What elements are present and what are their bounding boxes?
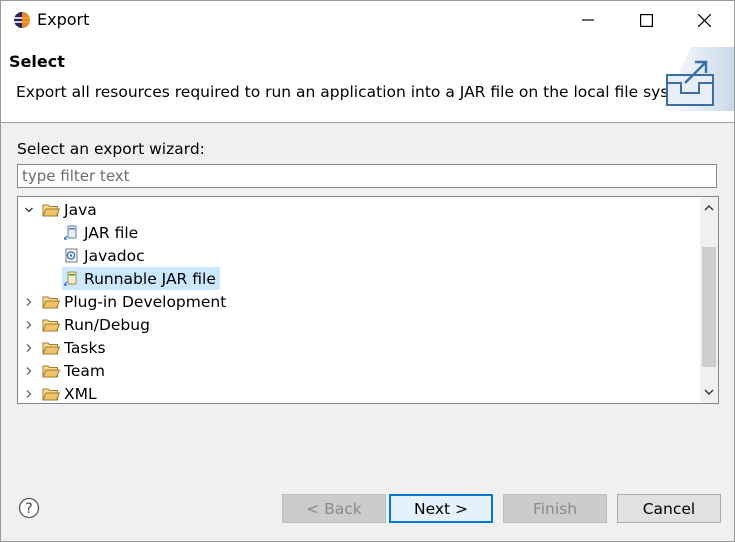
tree-node-label: Plug-in Development bbox=[64, 292, 227, 311]
folder-open-icon bbox=[42, 340, 60, 356]
chevron-right-icon[interactable] bbox=[22, 364, 36, 378]
wizard-prompt-label: Select an export wizard: bbox=[17, 140, 205, 158]
scroll-up-button[interactable] bbox=[700, 199, 718, 217]
filter-input[interactable] bbox=[18, 165, 716, 187]
next-button[interactable]: Next > bbox=[389, 494, 493, 523]
tree-node-xml[interactable]: XML bbox=[22, 382, 97, 403]
folder-open-icon bbox=[42, 294, 60, 310]
tree-node-javadoc[interactable]: Javadoc bbox=[62, 244, 145, 267]
folder-open-icon bbox=[42, 202, 60, 218]
tree-node-tasks[interactable]: Tasks bbox=[22, 336, 106, 359]
help-icon: ? bbox=[18, 497, 40, 519]
page-description: Export all resources required to run an … bbox=[16, 83, 705, 101]
wizard-banner: Select Export all resources required to … bbox=[1, 39, 734, 123]
tree-node-team[interactable]: Team bbox=[22, 359, 105, 382]
wizard-tree[interactable]: Java JAR file Javadoc Runnable JAR file bbox=[17, 196, 719, 404]
chevron-down-icon bbox=[704, 389, 714, 395]
eclipse-icon bbox=[13, 11, 31, 29]
tree-node-label: Tasks bbox=[64, 338, 106, 357]
tree-node-label: JAR file bbox=[84, 223, 139, 242]
folder-open-icon bbox=[42, 363, 60, 379]
minimize-icon bbox=[582, 19, 594, 21]
tree-node-label: XML bbox=[64, 384, 97, 403]
maximize-button[interactable] bbox=[617, 1, 675, 39]
folder-open-icon bbox=[42, 317, 60, 333]
page-title: Select bbox=[9, 52, 65, 71]
back-button[interactable]: < Back bbox=[282, 494, 386, 523]
window-title: Export bbox=[37, 10, 90, 29]
tree-node-label: Java bbox=[64, 200, 97, 219]
tree-node-label: Javadoc bbox=[84, 246, 145, 265]
chevron-right-icon[interactable] bbox=[22, 295, 36, 309]
scrollbar-thumb[interactable] bbox=[702, 247, 716, 367]
chevron-right-icon[interactable] bbox=[22, 318, 36, 332]
scroll-down-button[interactable] bbox=[700, 383, 718, 401]
svg-text:?: ? bbox=[25, 501, 32, 517]
finish-button[interactable]: Finish bbox=[503, 494, 607, 523]
chevron-down-icon[interactable] bbox=[22, 203, 36, 217]
minimize-button[interactable] bbox=[559, 1, 617, 39]
close-button[interactable] bbox=[675, 1, 733, 39]
title-bar: Export bbox=[1, 1, 734, 39]
maximize-icon bbox=[639, 13, 653, 27]
close-icon bbox=[697, 13, 711, 27]
tree-node-jar-file[interactable]: JAR file bbox=[62, 221, 138, 244]
help-button[interactable]: ? bbox=[18, 497, 40, 519]
javadoc-icon bbox=[62, 248, 80, 264]
export-wizard-icon bbox=[661, 47, 734, 111]
tree-node-label: Run/Debug bbox=[64, 315, 150, 334]
tree-scrollbar[interactable] bbox=[700, 197, 718, 403]
tree-node-plugin-development[interactable]: Plug-in Development bbox=[22, 290, 226, 313]
tree-node-label: Runnable JAR file bbox=[84, 269, 216, 288]
runnable-jar-icon bbox=[62, 271, 80, 287]
chevron-up-icon bbox=[704, 205, 714, 211]
tree-node-runnable-jar-file[interactable]: Runnable JAR file bbox=[62, 267, 220, 290]
folder-open-icon bbox=[42, 386, 60, 402]
filter-field[interactable] bbox=[17, 164, 717, 188]
tree-node-java[interactable]: Java bbox=[22, 198, 97, 221]
chevron-right-icon[interactable] bbox=[22, 341, 36, 355]
tree-node-run-debug[interactable]: Run/Debug bbox=[22, 313, 150, 336]
jar-file-icon bbox=[62, 225, 80, 241]
cancel-button[interactable]: Cancel bbox=[617, 494, 721, 523]
tree-node-label: Team bbox=[64, 361, 105, 380]
export-dialog: Export Select Export all resources requi… bbox=[0, 0, 735, 542]
chevron-right-icon[interactable] bbox=[22, 387, 36, 401]
